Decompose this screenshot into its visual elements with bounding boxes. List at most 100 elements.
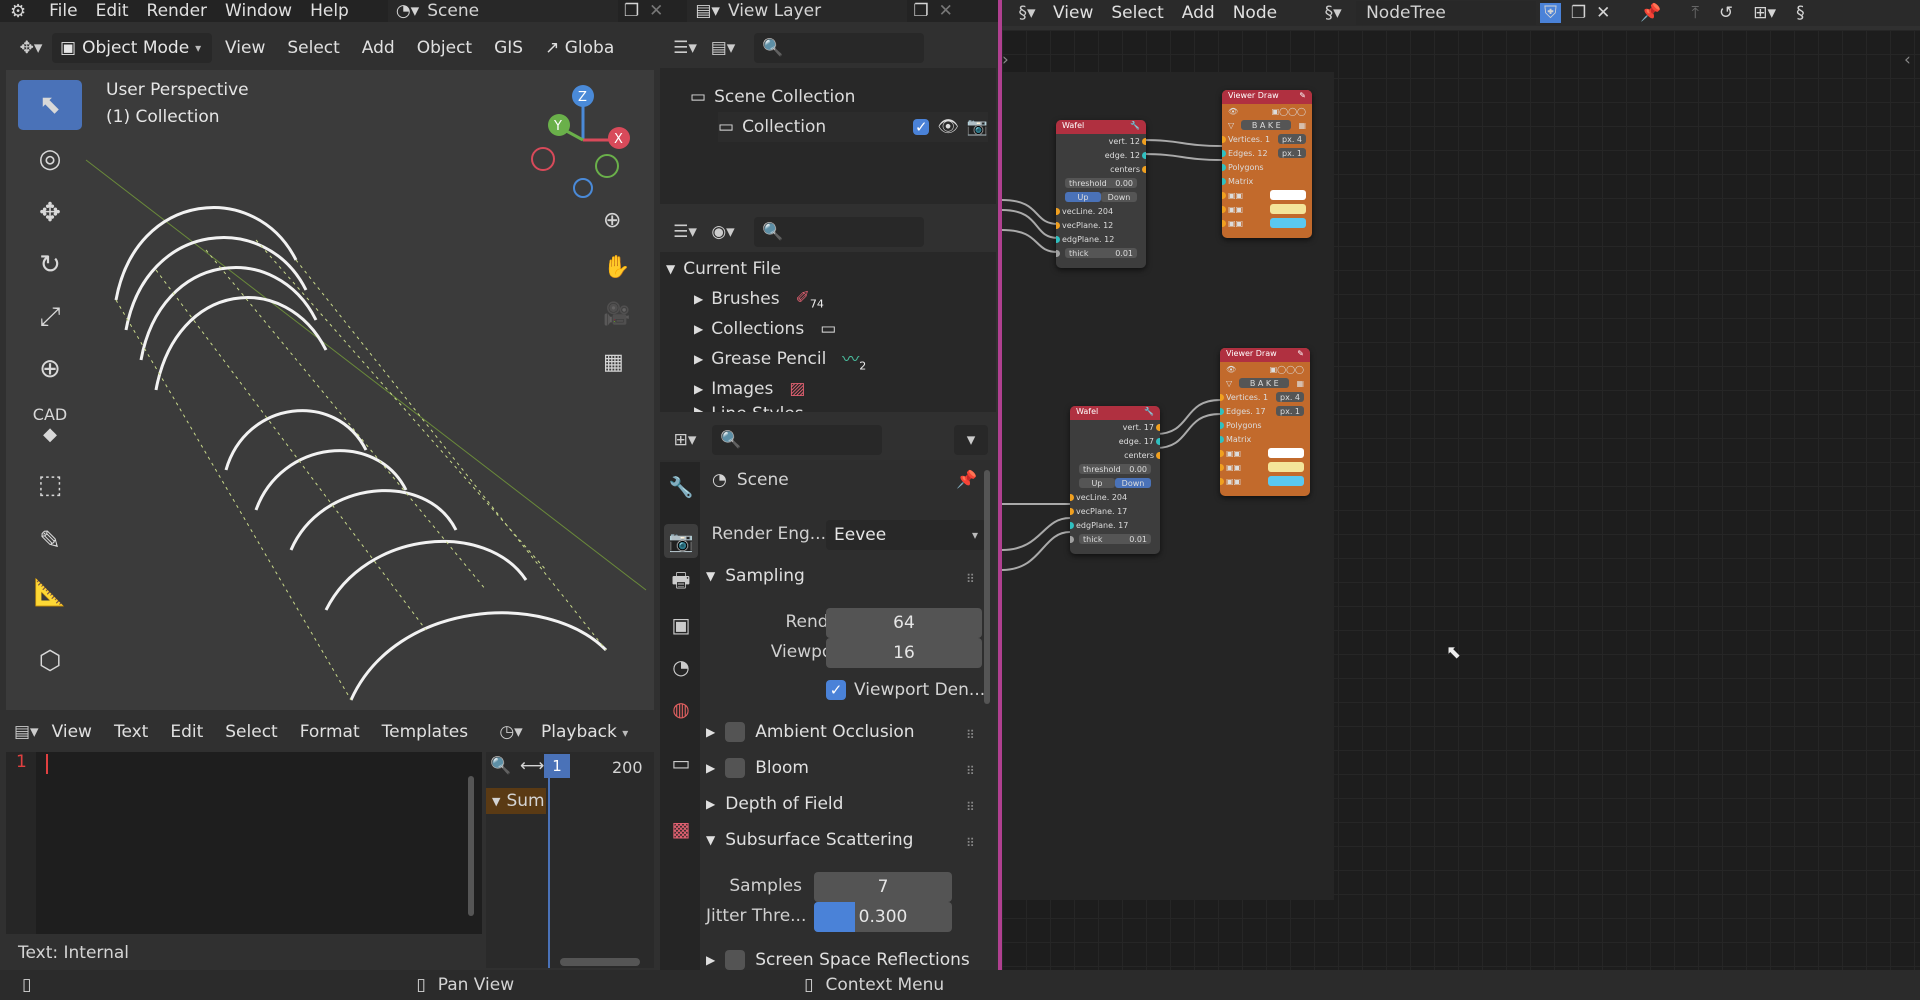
socket-icon[interactable]: [1156, 451, 1160, 459]
socket-icon[interactable]: [1220, 435, 1224, 443]
transform-orientation[interactable]: ↗ Globa: [536, 38, 623, 58]
close-tree-icon[interactable]: ✕: [1596, 3, 1610, 23]
viewer-toggles[interactable]: 👁 ▣◯◯◯: [1222, 104, 1312, 118]
view-layer-tab-icon[interactable]: ▣: [664, 608, 698, 642]
viewport-menu-gis[interactable]: GIS: [485, 38, 532, 58]
playback-menu[interactable]: Playback ▾: [532, 722, 637, 742]
render-tab-icon[interactable]: 📷: [664, 524, 698, 558]
node-header[interactable]: Wafel 🔧: [1056, 120, 1146, 134]
properties-search-input[interactable]: 🔍: [712, 425, 882, 455]
socket-icon[interactable]: [1056, 221, 1060, 229]
rotate-tool[interactable]: ↻: [18, 240, 82, 290]
scene-selector[interactable]: ◔▾ Scene: [387, 0, 618, 22]
bloom-checkbox[interactable]: [725, 758, 746, 778]
viewport-menu-select[interactable]: Select: [278, 38, 348, 58]
socket-icon[interactable]: [1222, 177, 1226, 185]
node-menu-add[interactable]: Add: [1173, 3, 1224, 23]
ortho-grid-icon[interactable]: ▦: [603, 350, 624, 375]
menu-window[interactable]: Window: [216, 1, 301, 21]
socket-icon[interactable]: [1222, 135, 1226, 143]
viewer-draw-node-2[interactable]: Viewer Draw ✎ 👁 ▣◯◯◯ ▽ B A K E ▦ Vertices. 1…: [1220, 348, 1310, 496]
up-button[interactable]: Up: [1065, 192, 1101, 202]
images-row[interactable]: ▶ Images ▨: [694, 374, 805, 404]
socket-icon[interactable]: [1070, 507, 1074, 515]
socket-icon[interactable]: [1222, 219, 1226, 227]
new-view-layer-icon[interactable]: ❐: [913, 1, 928, 21]
new-tree-icon[interactable]: ❐: [1571, 3, 1586, 23]
socket-icon[interactable]: [1142, 165, 1146, 173]
scene-tab-icon[interactable]: ◔: [664, 650, 698, 684]
socket-icon[interactable]: [1142, 151, 1146, 159]
timeline-editor-icon[interactable]: ◷▾: [494, 717, 528, 747]
world-tab-icon[interactable]: ◍: [664, 692, 698, 726]
zoom-icon[interactable]: ⊕: [603, 208, 621, 233]
close-scene-icon[interactable]: ✕: [649, 1, 663, 21]
pin-tree-icon[interactable]: 📌: [1640, 3, 1661, 23]
face-color-swatch[interactable]: ▣▣: [1222, 216, 1312, 230]
text-menu-edit[interactable]: Edit: [161, 722, 212, 742]
output-tab-icon[interactable]: 🖶: [664, 566, 698, 600]
socket-icon[interactable]: [1220, 477, 1224, 485]
mode-selector[interactable]: ▣ Object Mode ▾: [52, 33, 212, 63]
socket-icon[interactable]: [1142, 137, 1146, 145]
edge-color-swatch[interactable]: ▣▣: [1220, 460, 1310, 474]
line-styles-row[interactable]: ▶Line Styles: [694, 404, 804, 412]
display-mode-icon[interactable]: ▤▾: [706, 33, 740, 63]
socket-icon[interactable]: [1220, 421, 1224, 429]
outliner-editor-icon[interactable]: ☰▾: [668, 33, 702, 63]
down-button[interactable]: Down: [1115, 478, 1151, 488]
drag-grip-icon[interactable]: ⠿: [966, 572, 976, 586]
camera-icon[interactable]: 🎥: [603, 302, 630, 327]
wafel-node-1[interactable]: Wafel 🔧 vert. 12 edge. 12 centers thresho…: [1056, 120, 1146, 268]
grease-pencil-row[interactable]: ▶ Grease Pencil 〰2: [694, 344, 866, 374]
add-cube-tool[interactable]: ⬡: [18, 636, 82, 686]
socket-icon[interactable]: [1156, 437, 1160, 445]
wafel-node-2[interactable]: Wafel 🔧 vert. 17 edge. 17 centers thresho…: [1070, 406, 1160, 554]
properties-options-icon[interactable]: ▾: [954, 425, 988, 455]
up-down-toggle[interactable]: Up Down: [1056, 190, 1146, 204]
properties-scrollbar[interactable]: [984, 470, 990, 704]
threshold-field[interactable]: threshold 0.00: [1056, 176, 1146, 190]
socket-icon[interactable]: [1220, 449, 1224, 457]
render-engine-dropdown[interactable]: Eevee ▾: [826, 520, 986, 550]
node-menu-select[interactable]: Select: [1102, 3, 1172, 23]
ambient-occlusion-section[interactable]: ▶ Ambient Occlusion: [706, 722, 915, 742]
vertex-color-swatch[interactable]: ▣▣: [1220, 446, 1310, 460]
outliner-search-input[interactable]: 🔍: [754, 33, 924, 63]
area-divider[interactable]: [998, 0, 1002, 970]
timeline-search-icon[interactable]: 🔍: [490, 756, 511, 776]
face-color-swatch[interactable]: ▣▣: [1220, 474, 1310, 488]
node-header[interactable]: Wafel 🔧: [1070, 406, 1160, 420]
collection-row[interactable]: ▭ Collection ✓ 👁 📷: [718, 112, 988, 142]
text-menu-format[interactable]: Format: [291, 722, 369, 742]
navigation-gizmo[interactable]: Z X Y: [521, 80, 641, 200]
node-tree-selector[interactable]: NodeTree: [1356, 1, 1537, 25]
snap-grid-icon[interactable]: ⊞▾: [1753, 3, 1776, 23]
blend-file-mode-icon[interactable]: ◉▾: [706, 217, 740, 247]
node-editor-type-icon[interactable]: §▾: [1010, 0, 1044, 28]
transform-tool[interactable]: ⊕: [18, 344, 82, 394]
vertex-color-swatch[interactable]: ▣▣: [1222, 188, 1312, 202]
up-button[interactable]: Up: [1079, 478, 1115, 488]
socket-icon[interactable]: [1220, 463, 1224, 471]
socket-icon[interactable]: [1056, 207, 1060, 215]
snap-icon[interactable]: ↺: [1719, 3, 1733, 23]
scale-tool[interactable]: ⤢: [18, 292, 82, 342]
text-editor-icon[interactable]: ▤▾: [14, 717, 39, 747]
current-frame-marker[interactable]: 1: [544, 754, 570, 778]
drag-grip-icon[interactable]: ⠿: [966, 764, 976, 778]
text-scrollbar[interactable]: [468, 776, 474, 916]
blender-logo-icon[interactable]: ⚙: [10, 1, 26, 22]
socket-icon[interactable]: [1220, 393, 1224, 401]
move-tool[interactable]: ✥: [18, 188, 82, 238]
viewer-draw-node-1[interactable]: Viewer Draw ✎ 👁 ▣◯◯◯ ▽ B A K E ▦ Vertices. 1…: [1222, 90, 1312, 238]
bloom-section[interactable]: ▶ Bloom: [706, 758, 809, 778]
sampling-section-header[interactable]: ▼ Sampling: [706, 566, 805, 586]
ssr-checkbox[interactable]: [725, 950, 746, 970]
viewport-menu-add[interactable]: Add: [353, 38, 404, 58]
text-menu-text[interactable]: Text: [105, 722, 157, 742]
viewport-samples-field[interactable]: 16: [826, 638, 982, 668]
sss-samples-field[interactable]: 7: [814, 872, 952, 902]
brushes-row[interactable]: ▶ Brushes ✐74: [694, 284, 824, 314]
thick-field[interactable]: thick 0.01: [1056, 246, 1146, 260]
